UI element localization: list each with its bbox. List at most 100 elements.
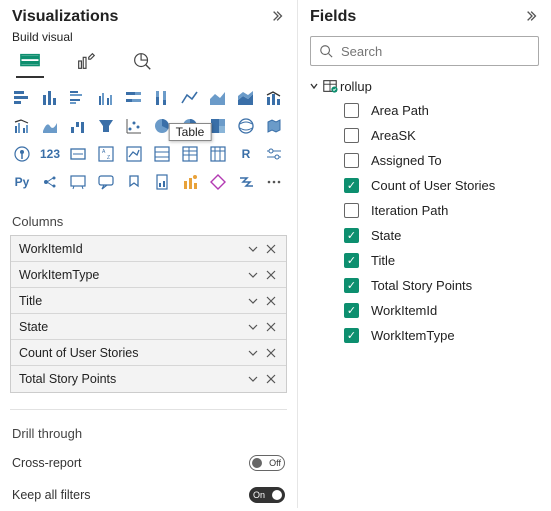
columns-well[interactable]: WorkItemId WorkItemType Title State Coun… [10, 235, 287, 393]
expand-caret-icon [308, 80, 320, 92]
viz-slicer[interactable] [150, 142, 174, 166]
viz-card[interactable] [66, 142, 90, 166]
field-item[interactable]: ✓ Count of User Stories [304, 173, 545, 198]
field-well-label: Total Story Points [19, 372, 244, 386]
build-tab-analytics[interactable] [128, 50, 156, 78]
viz-qna[interactable] [94, 170, 118, 194]
chevron-down-icon[interactable] [244, 318, 262, 336]
field-label: AreaSK [371, 128, 416, 143]
visualizations-pane: Visualizations Build visual [0, 0, 298, 508]
field-item[interactable]: ✓ Total Story Points [304, 273, 545, 298]
field-item[interactable]: ✓ Title [304, 248, 545, 273]
close-icon[interactable] [262, 266, 280, 284]
field-well-row[interactable]: State [11, 314, 286, 340]
checkbox[interactable]: ✓ [344, 328, 359, 343]
close-icon[interactable] [262, 292, 280, 310]
cross-report-label: Cross-report [12, 456, 81, 470]
checkbox[interactable] [344, 128, 359, 143]
field-label: Assigned To [371, 153, 442, 168]
viz-more[interactable] [262, 170, 286, 194]
viz-goals[interactable] [122, 170, 146, 194]
viz-100-stacked-bar[interactable] [122, 86, 146, 110]
checkbox[interactable] [344, 153, 359, 168]
field-well-row[interactable]: WorkItemId [11, 236, 286, 262]
viz-kpi[interactable] [122, 142, 146, 166]
close-icon[interactable] [262, 370, 280, 388]
field-well-row[interactable]: Total Story Points [11, 366, 286, 392]
viz-waterfall[interactable] [66, 114, 90, 138]
viz-funnel[interactable] [94, 114, 118, 138]
viz-clustered-bar[interactable] [66, 86, 90, 110]
field-well-label: WorkItemType [19, 268, 244, 282]
checkbox[interactable]: ✓ [344, 278, 359, 293]
viz-gauge[interactable]: 123 [38, 142, 62, 166]
close-icon[interactable] [262, 344, 280, 362]
field-well-row[interactable]: Title [11, 288, 286, 314]
viz-matrix[interactable] [206, 142, 230, 166]
field-item[interactable]: Iteration Path [304, 198, 545, 223]
viz-stacked-column[interactable] [38, 86, 62, 110]
viz-clustered-column[interactable] [94, 86, 118, 110]
viz-py-visual[interactable]: Py [10, 170, 34, 194]
checkbox[interactable] [344, 203, 359, 218]
field-well-row[interactable]: WorkItemType [11, 262, 286, 288]
viz-line[interactable] [178, 86, 202, 110]
build-tab-format[interactable] [72, 50, 100, 78]
viz-multi-card[interactable]: AZ [94, 142, 118, 166]
viz-key-influencers[interactable] [38, 170, 62, 194]
field-item[interactable]: ✓ State [304, 223, 545, 248]
build-tab-visual[interactable] [16, 50, 44, 78]
viz-power-apps[interactable] [206, 170, 230, 194]
search-box[interactable] [310, 36, 539, 66]
viz-arcgis[interactable] [262, 142, 286, 166]
field-item[interactable]: ✓ WorkItemId [304, 298, 545, 323]
build-tabs [0, 48, 297, 78]
viz-map[interactable] [234, 114, 258, 138]
collapse-icon[interactable] [525, 9, 539, 26]
search-icon [319, 44, 333, 58]
columns-label: Columns [0, 204, 297, 235]
field-item[interactable]: AreaSK [304, 123, 545, 148]
field-well-row[interactable]: Count of User Stories [11, 340, 286, 366]
viz-r-visual[interactable]: R [234, 142, 258, 166]
chevron-down-icon[interactable] [244, 292, 262, 310]
chevron-down-icon[interactable] [244, 240, 262, 258]
svg-text:A: A [102, 149, 106, 155]
checkbox[interactable]: ✓ [344, 303, 359, 318]
viz-smart-narrative[interactable] [178, 170, 202, 194]
chevron-down-icon[interactable] [244, 266, 262, 284]
field-label: Iteration Path [371, 203, 448, 218]
viz-power-automate[interactable] [234, 170, 258, 194]
field-item[interactable]: Assigned To [304, 148, 545, 173]
viz-stacked-area[interactable] [234, 86, 258, 110]
chevron-down-icon[interactable] [244, 370, 262, 388]
checkbox[interactable]: ✓ [344, 178, 359, 193]
table-icon [322, 78, 338, 94]
cross-report-toggle[interactable]: Off [249, 455, 285, 471]
viz-azure-map[interactable] [10, 142, 34, 166]
viz-decomposition[interactable] [66, 170, 90, 194]
viz-100-stacked-column[interactable] [150, 86, 174, 110]
viz-scatter[interactable] [122, 114, 146, 138]
chevron-down-icon[interactable] [244, 344, 262, 362]
close-icon[interactable] [262, 318, 280, 336]
viz-line-stacked-column[interactable] [262, 86, 286, 110]
close-icon[interactable] [262, 240, 280, 258]
drill-title: Drill through [12, 416, 285, 447]
checkbox[interactable]: ✓ [344, 253, 359, 268]
checkbox[interactable]: ✓ [344, 228, 359, 243]
table-node[interactable]: rollup [304, 74, 545, 98]
viz-stacked-bar[interactable] [10, 86, 34, 110]
viz-ribbon[interactable] [38, 114, 62, 138]
collapse-icon[interactable] [271, 9, 285, 26]
field-item[interactable]: ✓ WorkItemType [304, 323, 545, 348]
keep-filters-toggle[interactable]: On [249, 487, 285, 503]
checkbox[interactable] [344, 103, 359, 118]
viz-table[interactable]: Table [178, 142, 202, 166]
viz-area[interactable] [206, 86, 230, 110]
search-input[interactable] [339, 43, 530, 60]
field-item[interactable]: Area Path [304, 98, 545, 123]
viz-line-clustered-column[interactable] [10, 114, 34, 138]
viz-filled-map[interactable] [262, 114, 286, 138]
viz-paginated[interactable] [150, 170, 174, 194]
